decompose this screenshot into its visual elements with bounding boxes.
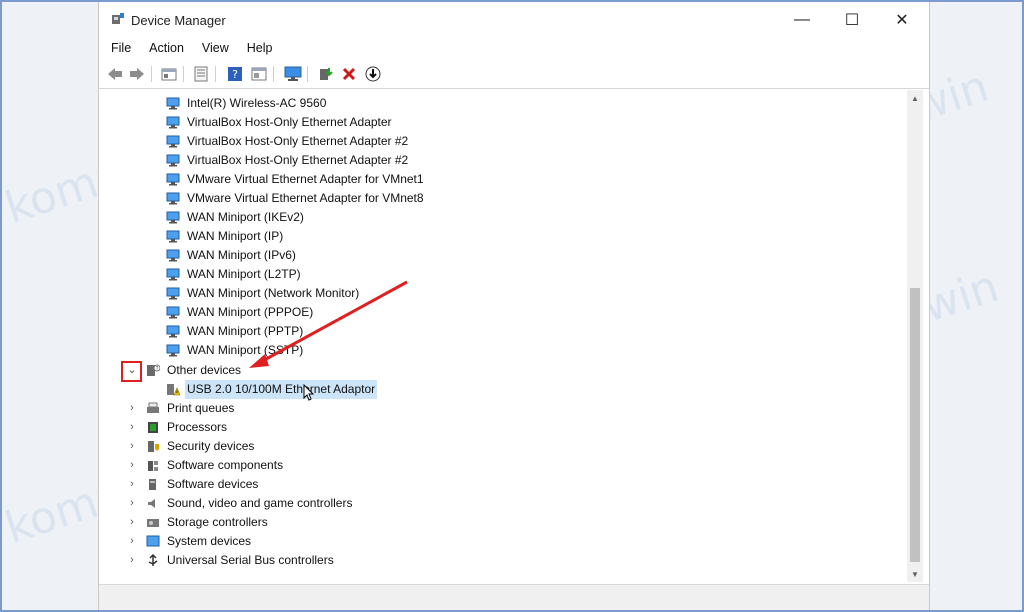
device-manager-window: Device Manager — ☐ ✕ File Action View He…: [98, 2, 930, 610]
annotation-arrow: [249, 280, 408, 368]
mouse-cursor-icon: [303, 384, 315, 401]
screenshot-frame: kompiwin kompiwin kompiwin kompiwin komp…: [0, 0, 1024, 612]
